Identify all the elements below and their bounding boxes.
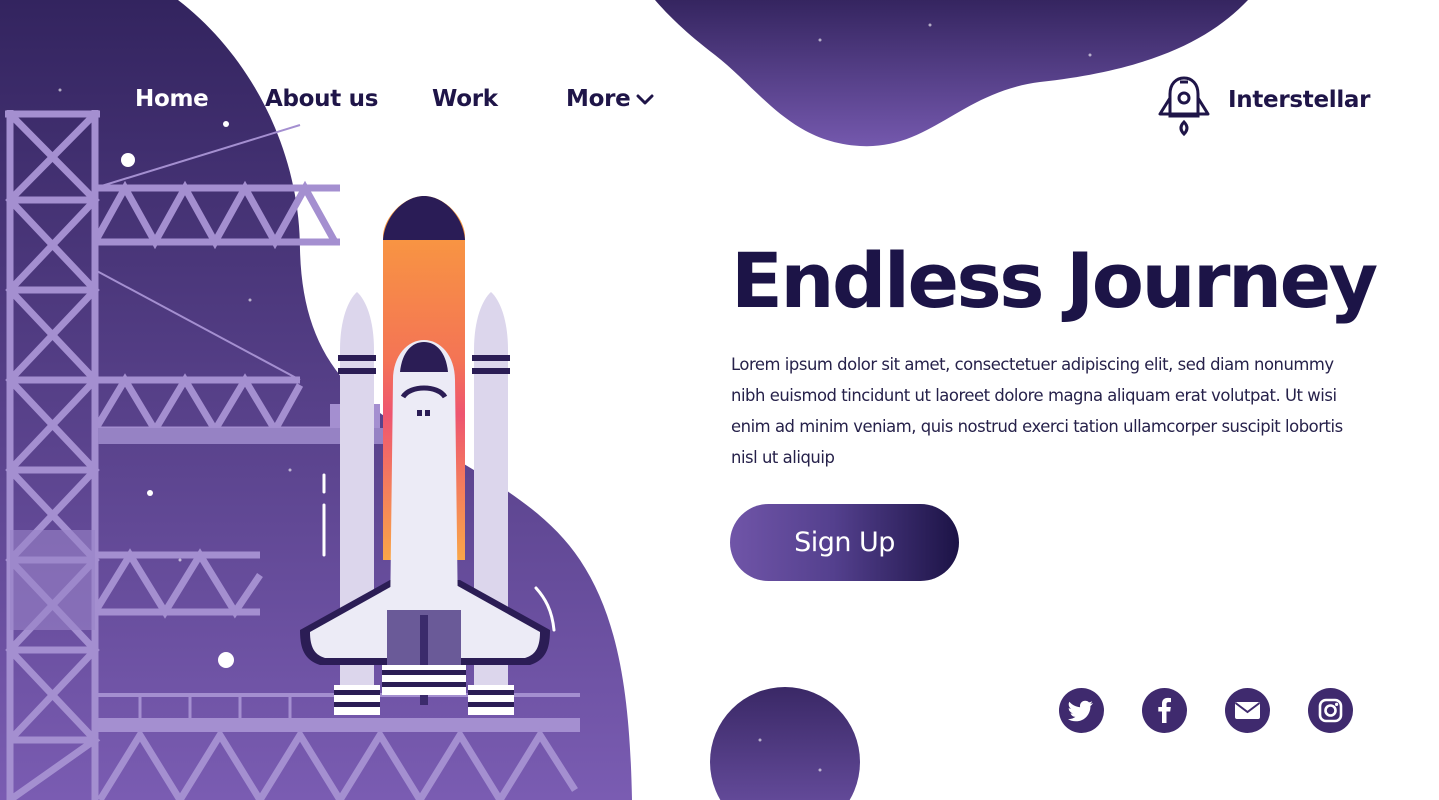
instagram-button[interactable] bbox=[1308, 688, 1353, 733]
nav-work-link[interactable]: Work bbox=[432, 86, 498, 112]
twitter-icon bbox=[1067, 700, 1093, 722]
instagram-icon bbox=[1318, 698, 1343, 723]
twitter-button[interactable] bbox=[1059, 688, 1104, 733]
nav-more-label: More bbox=[566, 86, 631, 112]
brand-name: Interstellar bbox=[1228, 87, 1371, 113]
bottom-circle bbox=[710, 687, 860, 800]
mail-button[interactable] bbox=[1225, 688, 1270, 733]
mail-icon bbox=[1234, 702, 1261, 719]
facebook-button[interactable] bbox=[1142, 688, 1187, 733]
main-nav: Home About us Work More bbox=[0, 86, 1439, 126]
sign-up-button[interactable]: Sign Up bbox=[730, 504, 959, 581]
chevron-down-icon bbox=[636, 94, 654, 104]
hero-description: Lorem ipsum dolor sit amet, consectetuer… bbox=[731, 355, 1343, 467]
facebook-icon bbox=[1158, 697, 1171, 723]
nav-about-link[interactable]: About us bbox=[265, 86, 378, 112]
nav-home-link[interactable]: Home bbox=[135, 86, 209, 112]
nav-more-dropdown[interactable]: More bbox=[566, 86, 654, 112]
hero-title: Endless Journey bbox=[731, 236, 1378, 325]
rocket-capsule-icon bbox=[1158, 76, 1210, 137]
